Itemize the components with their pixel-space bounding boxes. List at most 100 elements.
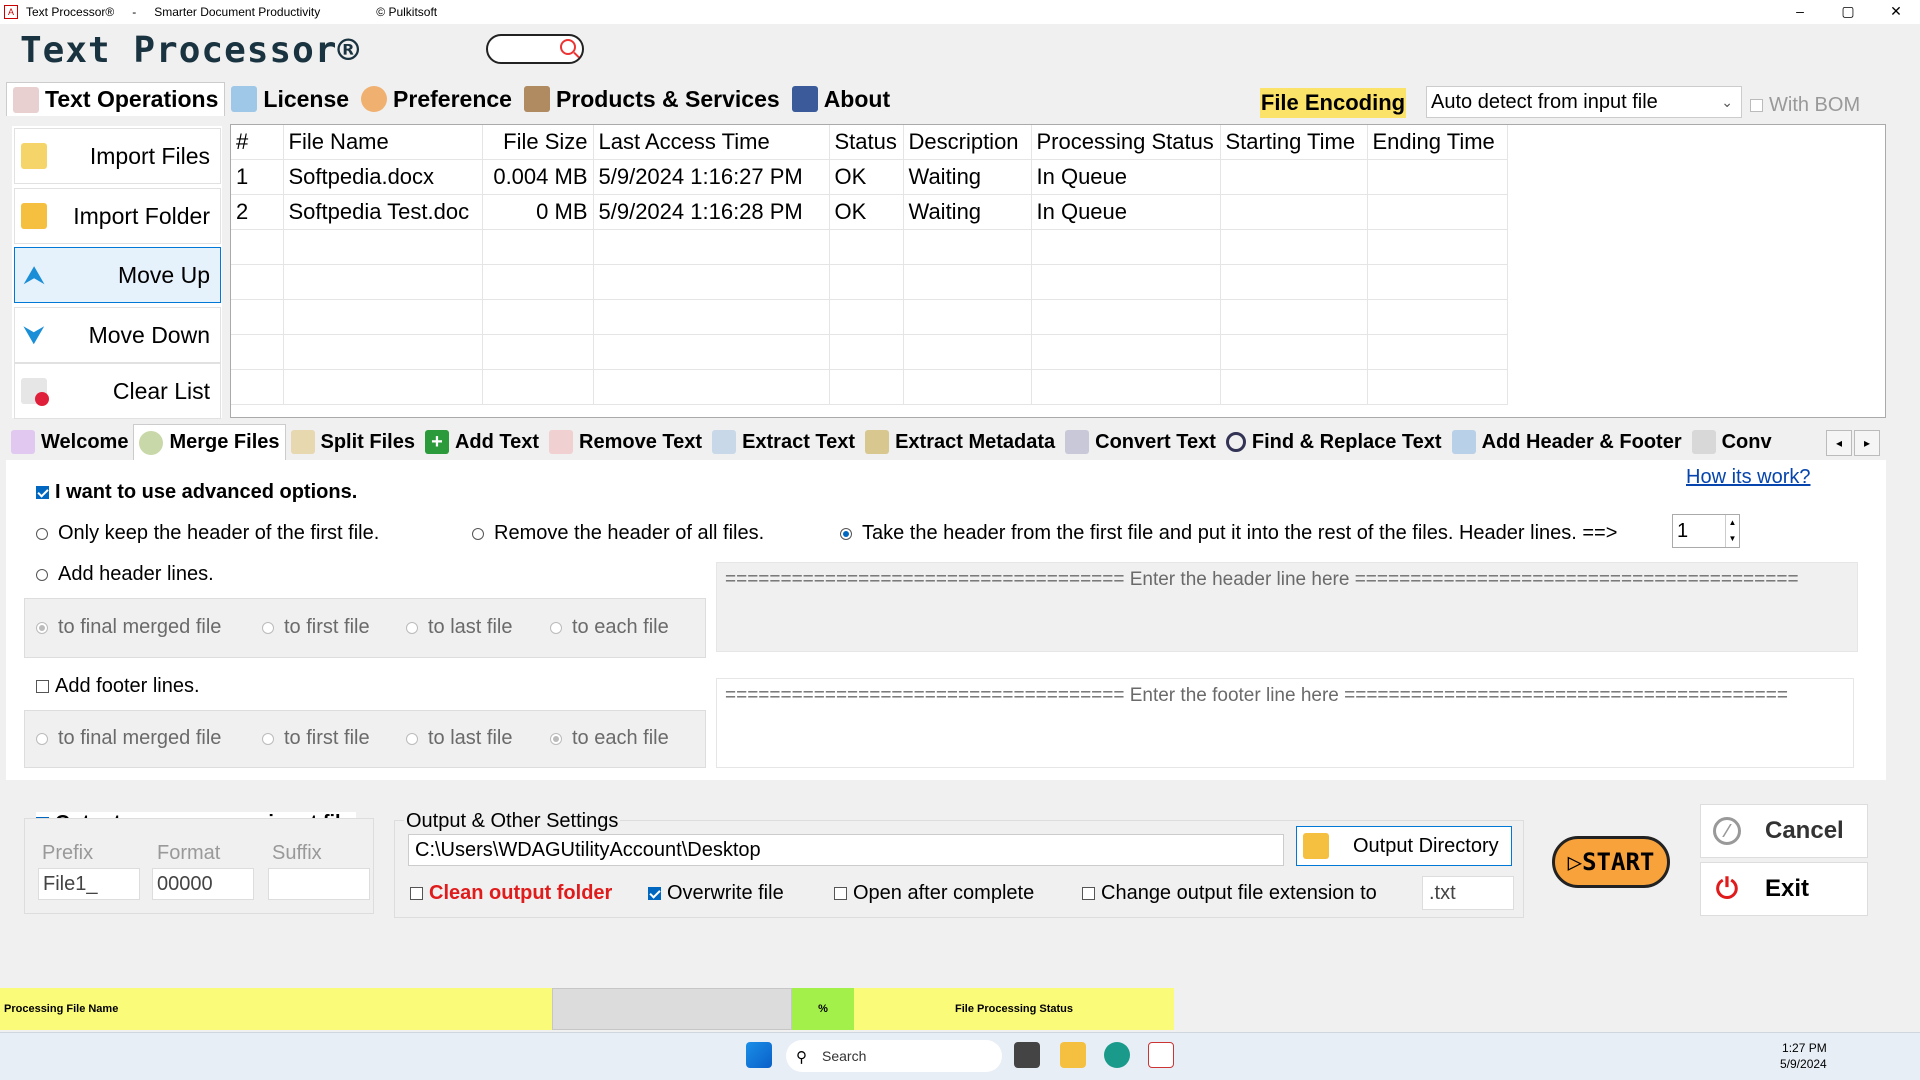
- radio-footer-final[interactable]: to final merged file: [36, 727, 221, 750]
- header-lines-stepper[interactable]: 1 ▲ ▼: [1672, 514, 1740, 548]
- cell-starting-time: [1220, 159, 1368, 195]
- col-header-index[interactable]: #: [231, 125, 284, 160]
- format-input[interactable]: 00000: [152, 868, 254, 900]
- button-label: Clear List: [112, 378, 210, 404]
- tab-products-services[interactable]: Products & Services: [518, 82, 786, 116]
- file-table: # File Name File Size Last Access Time S…: [231, 125, 1508, 405]
- open-after-checkbox[interactable]: Open after complete: [834, 882, 1034, 905]
- exit-button[interactable]: ⏻ Exit: [1700, 862, 1868, 916]
- start-button[interactable]: ▷START: [1552, 836, 1670, 888]
- col-header-status[interactable]: Status: [829, 125, 904, 160]
- tab-scroll-right[interactable]: ▸: [1854, 430, 1880, 456]
- tab-scroll-left[interactable]: ◂: [1826, 430, 1852, 456]
- file-explorer-icon[interactable]: [1060, 1042, 1086, 1068]
- window-controls: – ▢ ✕: [1776, 0, 1920, 24]
- stepper-arrows-icon[interactable]: ▲ ▼: [1725, 515, 1739, 547]
- power-icon: ⏻: [1715, 873, 1739, 904]
- tab-find-replace[interactable]: Find & Replace Text: [1221, 424, 1447, 460]
- about-icon: [791, 86, 818, 112]
- task-view-icon[interactable]: [1014, 1042, 1040, 1068]
- radio-footer-last[interactable]: to last file: [406, 727, 512, 750]
- suffix-input[interactable]: [268, 868, 370, 900]
- tab-license[interactable]: License: [225, 82, 355, 116]
- move-up-button[interactable]: ⮝ Move Up: [14, 247, 221, 303]
- minimize-icon[interactable]: –: [1776, 0, 1824, 22]
- add-footer-checkbox[interactable]: Add footer lines.: [36, 675, 200, 698]
- col-header-last-access[interactable]: Last Access Time: [593, 125, 830, 160]
- radio-label: to final merged file: [58, 616, 222, 638]
- move-down-button[interactable]: ⮟ Move Down: [14, 307, 221, 363]
- edge-icon[interactable]: [1104, 1042, 1130, 1068]
- import-files-button[interactable]: Import Files: [14, 128, 221, 184]
- clear-list-button[interactable]: Clear List: [14, 363, 221, 419]
- radio-header-last[interactable]: to last file: [406, 616, 512, 639]
- close-icon[interactable]: ✕: [1872, 0, 1920, 22]
- advanced-options-checkbox[interactable]: I want to use advanced options.: [36, 481, 357, 504]
- radio-label: to last file: [428, 616, 513, 638]
- radio-add-header-lines[interactable]: Add header lines.: [36, 563, 214, 586]
- overwrite-checkbox[interactable]: Overwrite file: [648, 882, 784, 905]
- col-header-processing-status[interactable]: Processing Status: [1031, 125, 1221, 160]
- window-tagline: Smarter Document Productivity: [154, 5, 321, 19]
- clean-output-checkbox[interactable]: Clean output folder: [410, 882, 612, 905]
- search-toggle[interactable]: [486, 34, 584, 64]
- license-icon: [231, 86, 258, 112]
- maximize-icon[interactable]: ▢: [1824, 0, 1872, 22]
- taskbar-search[interactable]: Search: [786, 1040, 1002, 1072]
- taskbar-clock[interactable]: 1:27 PM 5/9/2024: [1780, 1040, 1827, 1072]
- table-row[interactable]: 2 Softpedia Test.doc 0 MB 5/9/2024 1:16:…: [231, 194, 1508, 230]
- prefix-input[interactable]: File1_: [38, 868, 140, 900]
- import-folder-button[interactable]: Import Folder: [14, 188, 221, 244]
- radio-header-final[interactable]: to final merged file: [36, 616, 221, 639]
- radio-header-first[interactable]: to first file: [262, 616, 370, 639]
- file-encoding-select[interactable]: Auto detect from input file ⌄: [1426, 86, 1742, 118]
- tab-label: Conv: [1721, 430, 1772, 453]
- tab-merge-files[interactable]: Merge Files: [133, 424, 286, 460]
- tab-remove-text[interactable]: Remove Text: [544, 424, 707, 460]
- change-ext-checkbox[interactable]: Change output file extension to: [1082, 882, 1377, 905]
- tab-add-header-footer[interactable]: Add Header & Footer: [1447, 424, 1687, 460]
- extension-input[interactable]: .txt: [1422, 876, 1514, 910]
- col-header-ending-time[interactable]: Ending Time: [1367, 125, 1508, 160]
- tab-label: Add Text: [454, 430, 540, 453]
- tab-split-files[interactable]: Split Files: [286, 424, 420, 460]
- radio-keep-first-header[interactable]: Only keep the header of the first file.: [36, 522, 379, 545]
- cell-last-access: 5/9/2024 1:16:27 PM: [593, 159, 830, 195]
- cancel-icon: ⁄: [1713, 817, 1741, 845]
- col-header-description[interactable]: Description: [903, 125, 1032, 160]
- tab-welcome[interactable]: Welcome: [6, 424, 133, 460]
- open-after-label: Open after complete: [853, 882, 1035, 904]
- radio-icon: [36, 621, 48, 634]
- with-bom-checkbox[interactable]: With BOM: [1750, 94, 1860, 117]
- text-processor-taskbar-icon[interactable]: [1148, 1042, 1174, 1068]
- how-it-works-link[interactable]: How its work?: [1686, 466, 1810, 489]
- header-lines-textarea[interactable]: ==================================== Ent…: [716, 562, 1858, 652]
- table-row-empty: [231, 334, 1508, 370]
- tab-label: Extract Text: [742, 430, 856, 453]
- radio-take-header[interactable]: Take the header from the first file and …: [840, 522, 1617, 545]
- tab-conv[interactable]: Conv: [1687, 424, 1777, 460]
- table-row[interactable]: 1 Softpedia.docx 0.004 MB 5/9/2024 1:16:…: [231, 159, 1508, 195]
- arrow-up-icon: ⮝: [22, 260, 46, 290]
- tab-convert-text[interactable]: Convert Text: [1060, 424, 1221, 460]
- tab-add-text[interactable]: + Add Text: [420, 424, 544, 460]
- tab-extract-text[interactable]: Extract Text: [707, 424, 860, 460]
- footer-lines-textarea[interactable]: ==================================== Ent…: [716, 678, 1854, 768]
- col-header-file-name[interactable]: File Name: [283, 125, 483, 160]
- output-directory-button[interactable]: Output Directory: [1296, 826, 1512, 866]
- radio-footer-first[interactable]: to first file: [262, 727, 370, 750]
- tab-text-operations[interactable]: Text Operations: [6, 82, 226, 116]
- output-path-input[interactable]: C:\Users\WDAGUtilityAccount\Desktop: [408, 834, 1284, 866]
- file-list-grid[interactable]: # File Name File Size Last Access Time S…: [230, 124, 1886, 418]
- radio-header-each[interactable]: to each file: [550, 616, 669, 639]
- tab-extract-metadata[interactable]: Extract Metadata: [860, 424, 1060, 460]
- radio-remove-all-headers[interactable]: Remove the header of all files.: [472, 522, 764, 545]
- cancel-button[interactable]: ⁄ Cancel: [1700, 804, 1868, 858]
- tab-about[interactable]: About: [786, 82, 896, 116]
- col-header-file-size[interactable]: File Size: [482, 125, 594, 160]
- radio-label: Take the header from the first file and …: [862, 522, 1618, 544]
- col-header-starting-time[interactable]: Starting Time: [1220, 125, 1368, 160]
- windows-start-icon[interactable]: [746, 1042, 772, 1068]
- radio-footer-each[interactable]: to each file: [550, 727, 669, 750]
- tab-preference[interactable]: Preference: [355, 82, 518, 116]
